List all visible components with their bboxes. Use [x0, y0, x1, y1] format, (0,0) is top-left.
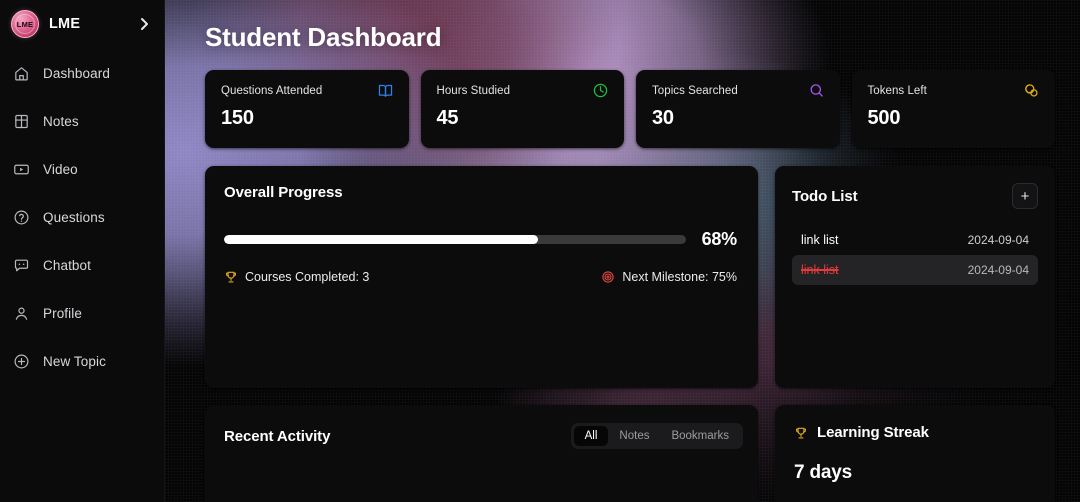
progress-bar-fill — [224, 235, 538, 244]
sidebar-item-label: Chatbot — [43, 257, 91, 273]
tab-notes[interactable]: Notes — [608, 426, 660, 446]
home-icon — [13, 65, 30, 82]
stat-label: Topics Searched — [652, 84, 738, 97]
next-milestone: Next Milestone: 75% — [601, 270, 737, 284]
sidebar-brand[interactable]: LME LME — [0, 4, 164, 44]
todo-item-text: link list — [801, 233, 839, 247]
todo-item-text: link list — [801, 263, 839, 277]
sidebar-item-questions[interactable]: Questions — [0, 202, 164, 232]
sidebar-item-notes[interactable]: Notes — [0, 106, 164, 136]
sidebar-item-label: Notes — [43, 113, 79, 129]
todo-items: link list 2024-09-04 link list 2024-09-0… — [792, 225, 1038, 285]
sidebar-item-label: Profile — [43, 305, 82, 321]
streak-title: Learning Streak — [817, 424, 929, 441]
todo-item-date: 2024-09-04 — [967, 263, 1029, 277]
plus-circle-icon — [13, 353, 30, 370]
chat-bubble-icon — [13, 257, 30, 274]
streak-value: 7 days — [794, 462, 852, 483]
coins-icon — [1023, 82, 1040, 99]
dashboard-content: Student Dashboard Questions Attended 150… — [165, 0, 1080, 502]
sidebar-item-video[interactable]: Video — [0, 154, 164, 184]
chevron-right-icon[interactable] — [136, 16, 152, 32]
question-circle-icon — [13, 209, 30, 226]
stat-value: 30 — [652, 107, 674, 129]
progress-bar — [224, 235, 686, 244]
brand-name: LME — [49, 16, 81, 32]
sidebar: LME LME Dashboard Notes Video Questions … — [0, 0, 165, 502]
target-icon — [601, 270, 615, 284]
sidebar-item-label: New Topic — [43, 353, 106, 369]
todo-header: Todo List + — [792, 183, 1038, 209]
todo-item[interactable]: link list 2024-09-04 — [792, 255, 1038, 285]
progress-bar-row: 68% — [224, 229, 737, 250]
person-icon — [13, 305, 30, 322]
lme-logo-icon: LME — [11, 10, 39, 38]
todo-item-date: 2024-09-04 — [967, 233, 1029, 247]
app-root: LME LME Dashboard Notes Video Questions … — [0, 0, 1080, 502]
tab-bookmarks[interactable]: Bookmarks — [660, 426, 740, 446]
stat-card-header: Questions Attended — [221, 82, 394, 99]
stat-value: 500 — [867, 107, 901, 129]
stat-card-header: Topics Searched — [652, 82, 825, 99]
video-play-icon — [13, 161, 30, 178]
page-title: Student Dashboard — [205, 22, 442, 52]
progress-meta-row: Courses Completed: 3 Next Milestone: 75% — [224, 270, 737, 284]
stat-label: Hours Studied — [436, 84, 511, 97]
sidebar-item-label: Video — [43, 161, 78, 177]
stat-label: Questions Attended — [221, 84, 323, 97]
todo-item[interactable]: link list 2024-09-04 — [792, 225, 1038, 255]
sidebar-item-new-topic[interactable]: New Topic — [0, 346, 164, 376]
sidebar-item-chatbot[interactable]: Chatbot — [0, 250, 164, 280]
card-title: Overall Progress — [224, 184, 343, 201]
stat-value: 45 — [436, 107, 459, 129]
streak-header: Learning Streak — [794, 424, 1038, 441]
activity-entry-date: 2024-09-10 — [246, 460, 743, 463]
next-milestone-label: Next Milestone: 75% — [622, 270, 737, 284]
stats-row: Questions Attended 150 Hours Studied 45 … — [205, 70, 1055, 148]
sidebar-item-label: Questions — [43, 209, 105, 225]
trophy-icon — [224, 270, 238, 284]
book-open-icon — [377, 82, 394, 99]
sidebar-item-dashboard[interactable]: Dashboard — [0, 58, 164, 88]
stat-label: Tokens Left — [867, 84, 927, 97]
stat-value: 150 — [221, 107, 254, 129]
todo-list-card: Todo List + link list 2024-09-04 link li… — [775, 166, 1055, 388]
add-todo-button[interactable]: + — [1012, 183, 1038, 209]
activity-list: 2024-09-10 — [224, 460, 743, 476]
recent-activity-header: Recent Activity All Notes Bookmarks — [224, 423, 743, 449]
main-content: Student Dashboard Questions Attended 150… — [165, 0, 1080, 502]
stat-card-questions-attended[interactable]: Questions Attended 150 — [205, 70, 409, 148]
grid-notes-icon — [13, 113, 30, 130]
overall-progress-card: Overall Progress 68% Courses Completed: … — [205, 166, 758, 388]
courses-completed: Courses Completed: 3 — [224, 270, 369, 284]
stat-card-header: Hours Studied — [437, 82, 610, 99]
learning-streak-card: Learning Streak 7 days — [775, 405, 1055, 502]
stat-card-topics-searched[interactable]: Topics Searched 30 — [636, 70, 840, 148]
card-title: Recent Activity — [224, 427, 331, 445]
recent-activity-card: Recent Activity All Notes Bookmarks 2024… — [205, 405, 758, 502]
sidebar-item-label: Dashboard — [43, 65, 110, 81]
stat-card-tokens-left[interactable]: Tokens Left 500 — [851, 70, 1055, 148]
mid-row: Overall Progress 68% Courses Completed: … — [205, 166, 1055, 388]
trophy-icon — [794, 426, 808, 440]
card-title: Todo List — [792, 187, 858, 205]
activity-filter-tabs: All Notes Bookmarks — [570, 423, 743, 449]
stat-card-header: Tokens Left — [868, 82, 1041, 99]
sidebar-nav: Dashboard Notes Video Questions Chatbot … — [0, 58, 164, 376]
stat-card-hours-studied[interactable]: Hours Studied 45 — [420, 70, 624, 148]
bottom-row: Recent Activity All Notes Bookmarks 2024… — [205, 405, 1055, 502]
progress-percent: 68% — [701, 229, 738, 249]
courses-completed-label: Courses Completed: 3 — [245, 270, 370, 284]
search-icon — [808, 82, 825, 99]
sidebar-item-profile[interactable]: Profile — [0, 298, 164, 328]
clock-icon — [592, 82, 609, 99]
tab-all[interactable]: All — [573, 426, 609, 446]
logo-text: LME — [16, 19, 34, 29]
